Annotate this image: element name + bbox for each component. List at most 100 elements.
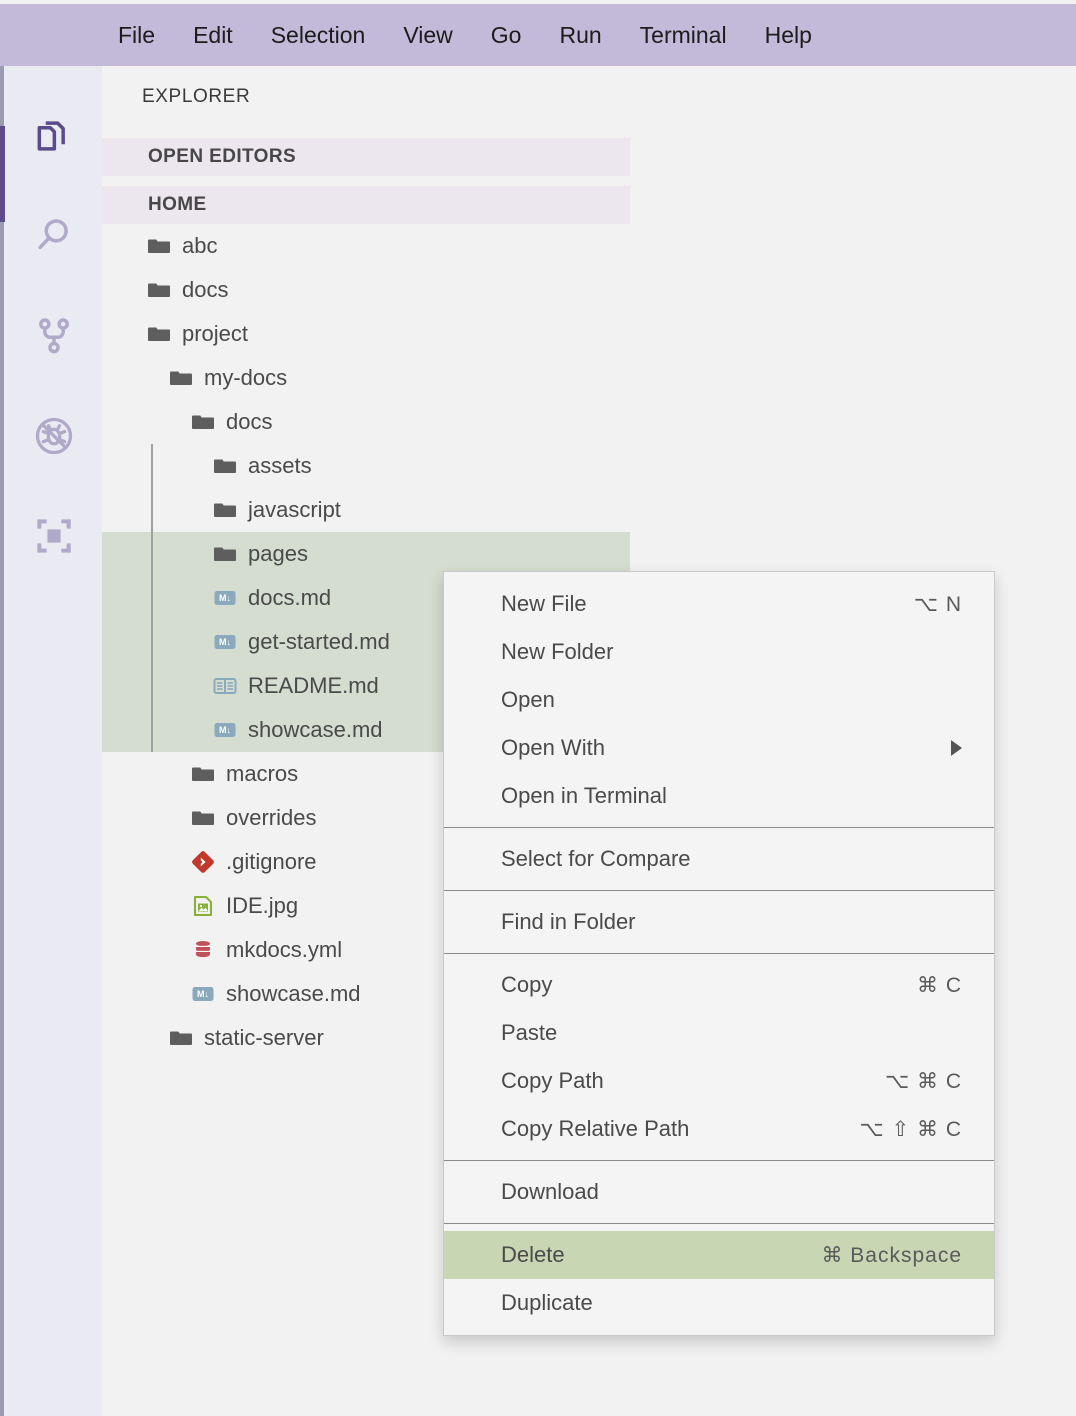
- extensions-icon[interactable]: [26, 508, 82, 564]
- menu-item-label: Open: [501, 687, 555, 712]
- tree-item-label: mkdocs.yml: [226, 937, 343, 962]
- svg-text:M↓: M↓: [219, 593, 231, 603]
- menubar-item-selection[interactable]: Selection: [271, 23, 366, 47]
- page-title: EXPLORER: [142, 86, 251, 107]
- menu-separator: [444, 827, 994, 828]
- menu-item-open-with[interactable]: Open With: [444, 724, 994, 772]
- menu-item-label: Duplicate: [501, 1290, 593, 1315]
- menubar-item-edit[interactable]: Edit: [193, 23, 233, 47]
- menu-bar: File Edit Selection View Go Run Terminal Help: [0, 4, 1076, 66]
- tree-item-label: README.md: [248, 673, 379, 698]
- menu-separator: [444, 890, 994, 891]
- menu-item-delete[interactable]: Delete ⌘ Backspace: [444, 1231, 994, 1279]
- tree-item[interactable]: my-docs: [102, 356, 630, 400]
- tree-item-label: overrides: [226, 805, 317, 830]
- section-header-label: HOME: [148, 194, 207, 215]
- section-header-open-editors[interactable]: OPEN EDITORS: [102, 138, 630, 176]
- menu-item-shortcut: ⌘ Backspace: [821, 1243, 962, 1267]
- tree-item[interactable]: project: [102, 312, 630, 356]
- tree-item-label: project: [182, 321, 249, 346]
- menu-item-label: Copy Relative Path: [501, 1116, 690, 1141]
- tree-item-label: docs.md: [248, 585, 332, 610]
- menu-item-open-in-terminal[interactable]: Open in Terminal: [444, 772, 994, 820]
- tree-indent-guide: [151, 444, 153, 752]
- tree-item-label: javascript: [248, 497, 341, 522]
- menu-item-copy[interactable]: Copy ⌘ C: [444, 961, 994, 1009]
- menu-item-shortcut: ⌥ ⇧ ⌘ C: [859, 1117, 962, 1141]
- menu-item-find-in-folder[interactable]: Find in Folder: [444, 898, 994, 946]
- tree-item[interactable]: assets: [102, 444, 630, 488]
- tree-item[interactable]: docs: [102, 400, 630, 444]
- tree-item-label: pages: [248, 541, 308, 566]
- menu-item-new-folder[interactable]: New Folder: [444, 628, 994, 676]
- menu-item-open[interactable]: Open: [444, 676, 994, 724]
- tree-item-label: abc: [182, 233, 218, 258]
- tree-item-label: showcase.md: [226, 981, 361, 1006]
- file-context-menu: New File ⌥ N New Folder Open Open With Open i…: [443, 571, 995, 1336]
- menubar-item-run[interactable]: Run: [559, 23, 601, 47]
- menu-item-label: Find in Folder: [501, 909, 636, 934]
- menu-item-label: Open With: [501, 735, 605, 760]
- source-control-branch-icon[interactable]: [26, 308, 82, 364]
- svg-text:M↓: M↓: [197, 989, 209, 999]
- menu-separator: [444, 1223, 994, 1224]
- svg-text:M↓: M↓: [219, 637, 231, 647]
- menu-separator: [444, 1160, 994, 1161]
- menu-item-label: Open in Terminal: [501, 783, 667, 808]
- tree-item[interactable]: javascript: [102, 488, 630, 532]
- tree-item[interactable]: pages: [102, 532, 630, 576]
- folder-icon: [212, 541, 238, 567]
- files-explorer-icon[interactable]: [26, 108, 82, 164]
- menu-item-label: Download: [501, 1179, 599, 1204]
- menu-item-copy-relative-path[interactable]: Copy Relative Path ⌥ ⇧ ⌘ C: [444, 1105, 994, 1153]
- menubar-item-go[interactable]: Go: [491, 23, 522, 47]
- tree-item[interactable]: abc: [102, 224, 630, 268]
- menu-item-shortcut: ⌥ N: [913, 592, 962, 616]
- search-icon[interactable]: [26, 208, 82, 264]
- menubar-item-file[interactable]: File: [118, 23, 155, 47]
- tree-item[interactable]: docs: [102, 268, 630, 312]
- vscode-window: File Edit Selection View Go Run Terminal Help: [0, 0, 1076, 1416]
- folder-icon: [146, 321, 172, 347]
- tree-item-label: IDE.jpg: [226, 893, 299, 918]
- menu-item-duplicate[interactable]: Duplicate: [444, 1279, 994, 1327]
- tree-item-label: get-started.md: [248, 629, 390, 654]
- menubar-item-help[interactable]: Help: [765, 23, 812, 47]
- markdown-icon: M↓: [212, 629, 238, 655]
- chevron-right-icon: [951, 740, 962, 756]
- menu-item-copy-path[interactable]: Copy Path ⌥ ⌘ C: [444, 1057, 994, 1105]
- menu-item-label: Select for Compare: [501, 846, 691, 871]
- markdown-icon: M↓: [212, 585, 238, 611]
- folder-icon: [212, 497, 238, 523]
- svg-text:M↓: M↓: [219, 725, 231, 735]
- image-icon: [190, 893, 216, 919]
- menu-item-download[interactable]: Download: [444, 1168, 994, 1216]
- menubar-item-view[interactable]: View: [403, 23, 452, 47]
- tree-item-label: docs: [226, 409, 273, 434]
- menu-item-label: New File: [501, 591, 587, 616]
- menu-item-label: Copy Path: [501, 1068, 604, 1093]
- tree-item-label: docs: [182, 277, 229, 302]
- menu-item-new-file[interactable]: New File ⌥ N: [444, 580, 994, 628]
- tree-item-label: .gitignore: [226, 849, 317, 874]
- menu-item-paste[interactable]: Paste: [444, 1009, 994, 1057]
- menu-item-select-for-compare[interactable]: Select for Compare: [444, 835, 994, 883]
- menu-item-label: Delete: [501, 1242, 565, 1267]
- run-and-debug-icon[interactable]: [26, 408, 82, 464]
- markdown-icon: M↓: [190, 981, 216, 1007]
- activity-bar: [0, 66, 102, 1416]
- folder-icon: [190, 805, 216, 831]
- menu-item-label: New Folder: [501, 639, 614, 664]
- folder-icon: [168, 365, 194, 391]
- menu-item-label: Copy: [501, 972, 553, 997]
- folder-icon: [146, 233, 172, 259]
- section-header-home[interactable]: HOME: [102, 186, 630, 224]
- menu-item-shortcut: ⌥ ⌘ C: [884, 1069, 962, 1093]
- menu-item-label: Paste: [501, 1020, 558, 1045]
- menubar-item-terminal[interactable]: Terminal: [640, 23, 727, 47]
- menu-separator: [444, 953, 994, 954]
- folder-icon: [168, 1025, 194, 1051]
- readme-book-icon: [212, 673, 238, 699]
- folder-icon: [190, 409, 216, 435]
- folder-icon: [212, 453, 238, 479]
